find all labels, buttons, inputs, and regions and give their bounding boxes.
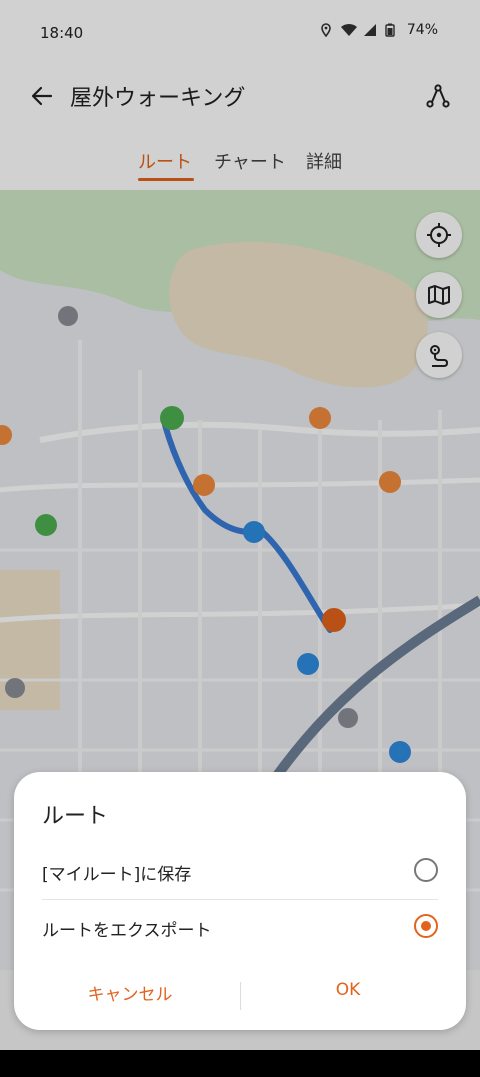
dialog-title: ルート — [42, 804, 109, 829]
button-separator — [240, 982, 241, 1010]
ok-button[interactable]: OK — [248, 980, 448, 1000]
option-label: [マイルート]に保存 — [42, 865, 192, 885]
option-export-route[interactable]: ルートをエクスポート — [42, 900, 438, 954]
option-save-to-my-routes[interactable]: [マイルート]に保存 — [42, 844, 438, 898]
system-nav-bar — [0, 1050, 480, 1077]
radio-save-to-my-routes[interactable] — [414, 858, 438, 882]
route-dialog: ルート [マイルート]に保存 ルートをエクスポート キャンセル OK — [14, 772, 466, 1030]
radio-export-route[interactable] — [414, 914, 438, 938]
cancel-button[interactable]: キャンセル — [30, 980, 230, 1005]
option-label: ルートをエクスポート — [42, 921, 212, 941]
